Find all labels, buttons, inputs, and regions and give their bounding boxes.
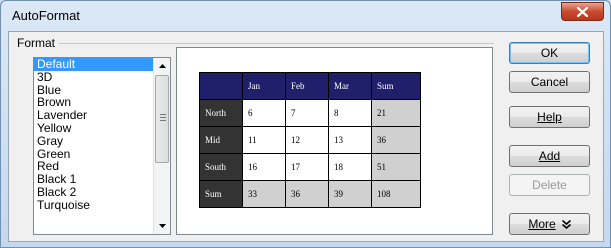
ok-button-label: OK — [540, 46, 559, 60]
table-cell: 17 — [285, 153, 329, 181]
list-item[interactable]: Yellow — [34, 122, 154, 135]
window-title: AutoFormat — [12, 8, 80, 23]
table-cell: 11 — [242, 126, 286, 154]
dialog-content: Format Default 3D Blue Brown Lavender Yellow G… — [8, 31, 604, 242]
row-label: North — [199, 99, 243, 127]
sum-cell: 21 — [371, 99, 421, 127]
delete-button-label: Delete — [532, 178, 567, 192]
scroll-down-button[interactable] — [154, 218, 170, 234]
sum-cell: 51 — [371, 153, 421, 181]
sum-cell: 36 — [371, 126, 421, 154]
table-row: Sum 33 36 39 108 — [199, 180, 421, 208]
sum-cell: 36 — [285, 180, 329, 208]
header-cell: Jan — [242, 72, 286, 100]
scroll-up-button[interactable] — [154, 58, 170, 74]
grip-line — [160, 117, 166, 118]
table-row: North 6 7 8 21 — [199, 99, 421, 127]
more-button[interactable]: More — [509, 213, 590, 235]
table-row: Mid 11 12 13 36 — [199, 126, 421, 154]
help-button-label: Help — [537, 110, 562, 124]
row-label: Mid — [199, 126, 243, 154]
header-cell — [199, 72, 243, 100]
list-item[interactable]: Gray — [34, 134, 154, 148]
scroll-down-icon — [158, 224, 166, 228]
format-group-label: Format — [17, 36, 60, 50]
table-cell: 18 — [328, 153, 372, 181]
sum-cell: 39 — [328, 180, 372, 208]
autoformat-dialog: AutoFormat Format Default 3D Blue Brown Lave… — [0, 0, 611, 248]
preview-table: Jan Feb Mar Sum North 6 7 8 21 Mid 11 12… — [199, 72, 421, 208]
format-list-items: Default 3D Blue Brown Lavender Yellow Gray Gree… — [34, 58, 154, 212]
table-cell: 7 — [285, 99, 329, 127]
header-cell: Sum — [371, 72, 421, 100]
vertical-scrollbar[interactable] — [153, 58, 170, 234]
table-cell: 16 — [242, 153, 286, 181]
table-cell: 6 — [242, 99, 286, 127]
table-row: South 16 17 18 51 — [199, 153, 421, 181]
grip-line — [160, 114, 166, 115]
add-button-label: Add — [538, 149, 561, 163]
cancel-button[interactable]: Cancel — [509, 71, 590, 93]
sum-cell: 33 — [242, 180, 286, 208]
table-cell: 12 — [285, 126, 329, 154]
title-bar[interactable]: AutoFormat — [1, 1, 610, 31]
ok-button[interactable]: OK — [509, 42, 590, 64]
double-chevron-down-icon — [561, 219, 571, 229]
row-label: Sum — [199, 180, 243, 208]
list-item[interactable]: Default — [34, 58, 154, 71]
scroll-thumb[interactable] — [155, 75, 169, 163]
preview-panel: Jan Feb Mar Sum North 6 7 8 21 Mid 11 12… — [176, 47, 493, 235]
sum-cell: 108 — [371, 180, 421, 208]
delete-button[interactable]: Delete — [509, 174, 590, 196]
cancel-button-label: Cancel — [530, 75, 569, 89]
table-cell: 8 — [328, 99, 372, 127]
header-cell: Mar — [328, 72, 372, 100]
list-item[interactable]: Black 2 — [34, 186, 154, 199]
list-item[interactable]: 3D — [34, 70, 154, 84]
grip-line — [160, 120, 166, 121]
row-label: South — [199, 153, 243, 181]
list-item[interactable]: Turquoise — [34, 198, 154, 212]
more-button-label: More — [528, 217, 556, 231]
format-list[interactable]: Default 3D Blue Brown Lavender Yellow Gray Gree… — [33, 57, 171, 235]
scroll-up-icon — [158, 64, 166, 68]
close-icon — [577, 6, 588, 17]
header-row: Jan Feb Mar Sum — [199, 72, 421, 100]
help-button[interactable]: Help — [509, 106, 590, 128]
format-group-line — [17, 43, 494, 44]
add-button[interactable]: Add — [509, 145, 590, 167]
table-cell: 13 — [328, 126, 372, 154]
header-cell: Feb — [285, 72, 329, 100]
close-button[interactable] — [561, 2, 604, 21]
